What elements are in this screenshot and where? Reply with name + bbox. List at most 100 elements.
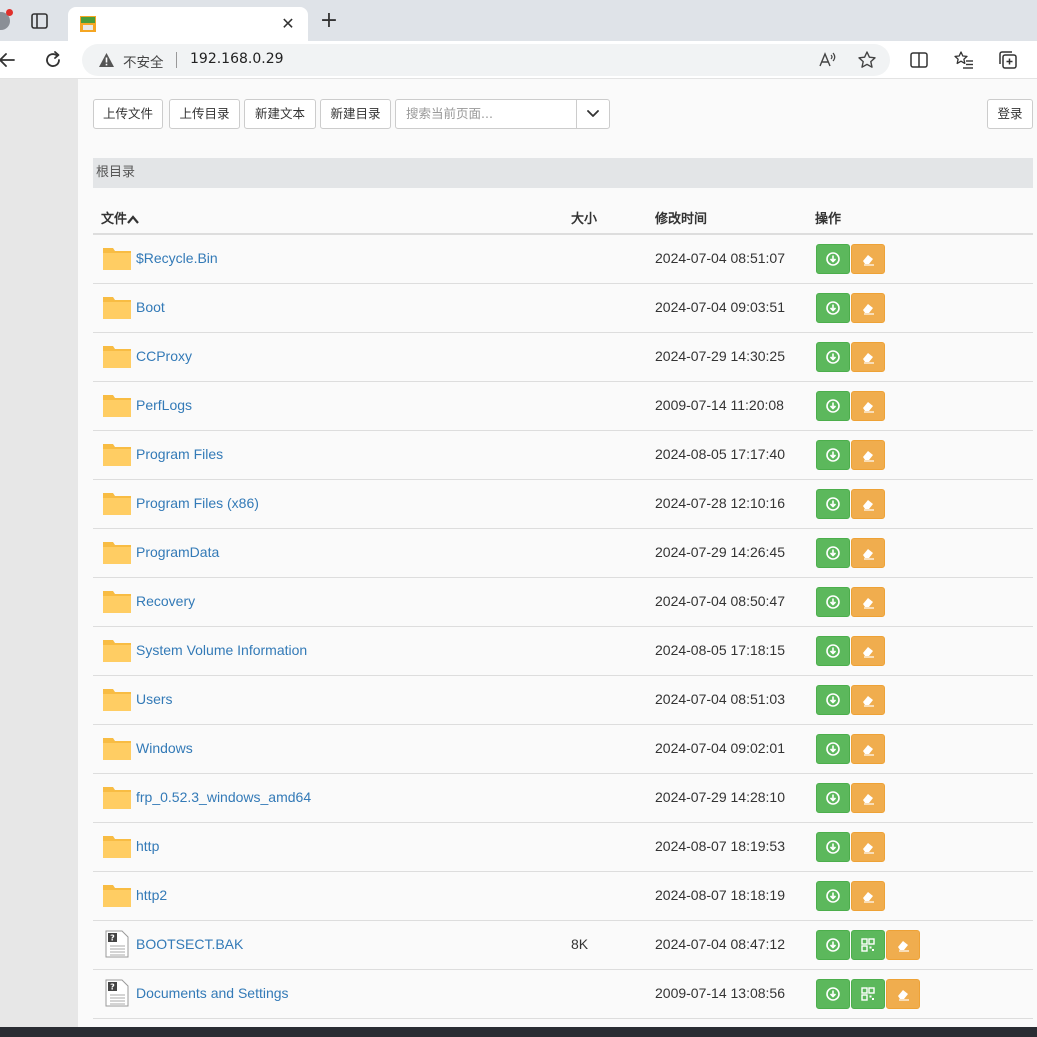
tab-close-icon[interactable]: ✕ [278,14,298,34]
file-name-link[interactable]: BOOTSECT.BAK [136,936,243,952]
upload-directory-button[interactable]: 上传目录 [169,99,240,129]
file-name-link[interactable]: Documents and Settings [136,985,289,1001]
file-mtime: 2024-08-05 17:18:15 [655,642,785,658]
download-button[interactable] [816,342,850,372]
file-name-link[interactable]: Users [136,691,173,707]
reload-icon[interactable] [42,49,64,71]
download-button[interactable] [816,538,850,568]
download-button[interactable] [816,440,850,470]
folder-icon [102,685,132,713]
new-tab-icon[interactable]: + [318,10,340,32]
download-button[interactable] [816,293,850,323]
breadcrumb[interactable]: 根目录 [93,158,1033,188]
security-status-label[interactable]: 不安全 [123,51,164,71]
file-name-link[interactable]: Program Files (x86) [136,495,259,511]
table-row: frp_0.52.3_windows_amd64 2024-07-29 14:28… [93,774,1033,823]
file-name-link[interactable]: ProgramData [136,544,219,560]
rename-button[interactable] [851,342,885,372]
file-name-link[interactable]: System Volume Information [136,642,307,658]
tab-actions-icon[interactable] [30,12,50,30]
download-button[interactable] [816,832,850,862]
favorite-star-icon[interactable] [857,50,877,70]
upload-file-button[interactable]: 上传文件 [93,99,163,129]
file-name-link[interactable]: Program Files [136,446,223,462]
table-row: PerfLogs 2009-07-14 11:20:08 [93,382,1033,431]
file-name-link[interactable]: $Recycle.Bin [136,250,218,266]
rename-button[interactable] [851,440,885,470]
file-name-link[interactable]: Boot [136,299,165,315]
login-button[interactable]: 登录 [987,99,1033,129]
download-button[interactable] [816,783,850,813]
file-mtime: 2024-07-28 12:10:16 [655,495,785,511]
column-header-name[interactable]: 文件 [101,208,139,227]
taskbar-edge [0,1027,1037,1037]
qrcode-button[interactable] [851,979,885,1009]
file-mtime: 2009-07-14 13:08:56 [655,985,785,1001]
browser-tab-active[interactable]: ✕ [68,7,308,41]
search-input[interactable]: 搜索当前页面... [395,99,577,129]
download-button[interactable] [816,881,850,911]
warning-triangle-icon[interactable] [98,52,115,68]
file-size: 8K [571,936,589,952]
download-button[interactable] [816,636,850,666]
unknown-file-icon: ? [102,979,132,1007]
new-directory-button[interactable]: 新建目录 [320,99,391,129]
rename-button[interactable] [851,391,885,421]
search-dropdown-button[interactable] [576,99,610,129]
download-button[interactable] [816,244,850,274]
file-name-link[interactable]: PerfLogs [136,397,192,413]
file-name-link[interactable]: Windows [136,740,193,756]
back-arrow-icon[interactable] [0,49,18,71]
rename-button[interactable] [851,636,885,666]
address-bar[interactable]: 不安全 192.168.0.29 [82,44,890,76]
file-name-link[interactable]: Recovery [136,593,195,609]
read-aloud-icon[interactable] [817,50,837,70]
sort-ascending-icon[interactable] [127,214,139,225]
download-button[interactable] [816,979,850,1009]
favorites-list-icon[interactable] [954,50,974,70]
download-button[interactable] [816,587,850,617]
folder-icon [102,587,132,615]
rename-button[interactable] [851,783,885,813]
file-mtime: 2024-07-04 09:02:01 [655,740,785,756]
rename-button[interactable] [851,881,885,911]
browser-toolbar: 不安全 192.168.0.29 [0,41,1037,79]
table-row: http 2024-08-07 18:19:53 [93,823,1033,872]
new-text-button[interactable]: 新建文本 [244,99,316,129]
download-button[interactable] [816,391,850,421]
download-button[interactable] [816,685,850,715]
rename-button[interactable] [851,587,885,617]
rename-button[interactable] [886,930,920,960]
rename-button[interactable] [851,832,885,862]
rename-button[interactable] [851,293,885,323]
download-button[interactable] [816,489,850,519]
svg-text:?: ? [110,934,115,943]
file-name-link[interactable]: frp_0.52.3_windows_amd64 [136,789,311,805]
collections-icon[interactable] [998,50,1018,70]
column-header-mtime[interactable]: 修改时间 [655,208,707,227]
site-favicon-icon [80,16,96,32]
table-row: Program Files 2024-08-05 17:17:40 [93,431,1033,480]
url-text[interactable]: 192.168.0.29 [190,51,284,67]
file-mtime: 2024-07-04 08:51:03 [655,691,785,707]
qrcode-button[interactable] [851,930,885,960]
rename-button[interactable] [851,734,885,764]
rename-button[interactable] [851,489,885,519]
folder-icon [102,244,132,272]
file-name-link[interactable]: http2 [136,887,167,903]
table-row: Recovery 2024-07-04 08:50:47 [93,578,1033,627]
profile-avatar-icon[interactable] [0,9,13,30]
split-screen-icon[interactable] [909,50,929,70]
rename-button[interactable] [851,538,885,568]
column-header-size[interactable]: 大小 [571,208,597,227]
rename-button[interactable] [886,979,920,1009]
file-mtime: 2024-08-07 18:18:19 [655,887,785,903]
file-name-link[interactable]: http [136,838,159,854]
download-button[interactable] [816,930,850,960]
file-mtime: 2024-08-05 17:17:40 [655,446,785,462]
folder-icon [102,881,132,909]
download-button[interactable] [816,734,850,764]
rename-button[interactable] [851,244,885,274]
rename-button[interactable] [851,685,885,715]
file-name-link[interactable]: CCProxy [136,348,192,364]
